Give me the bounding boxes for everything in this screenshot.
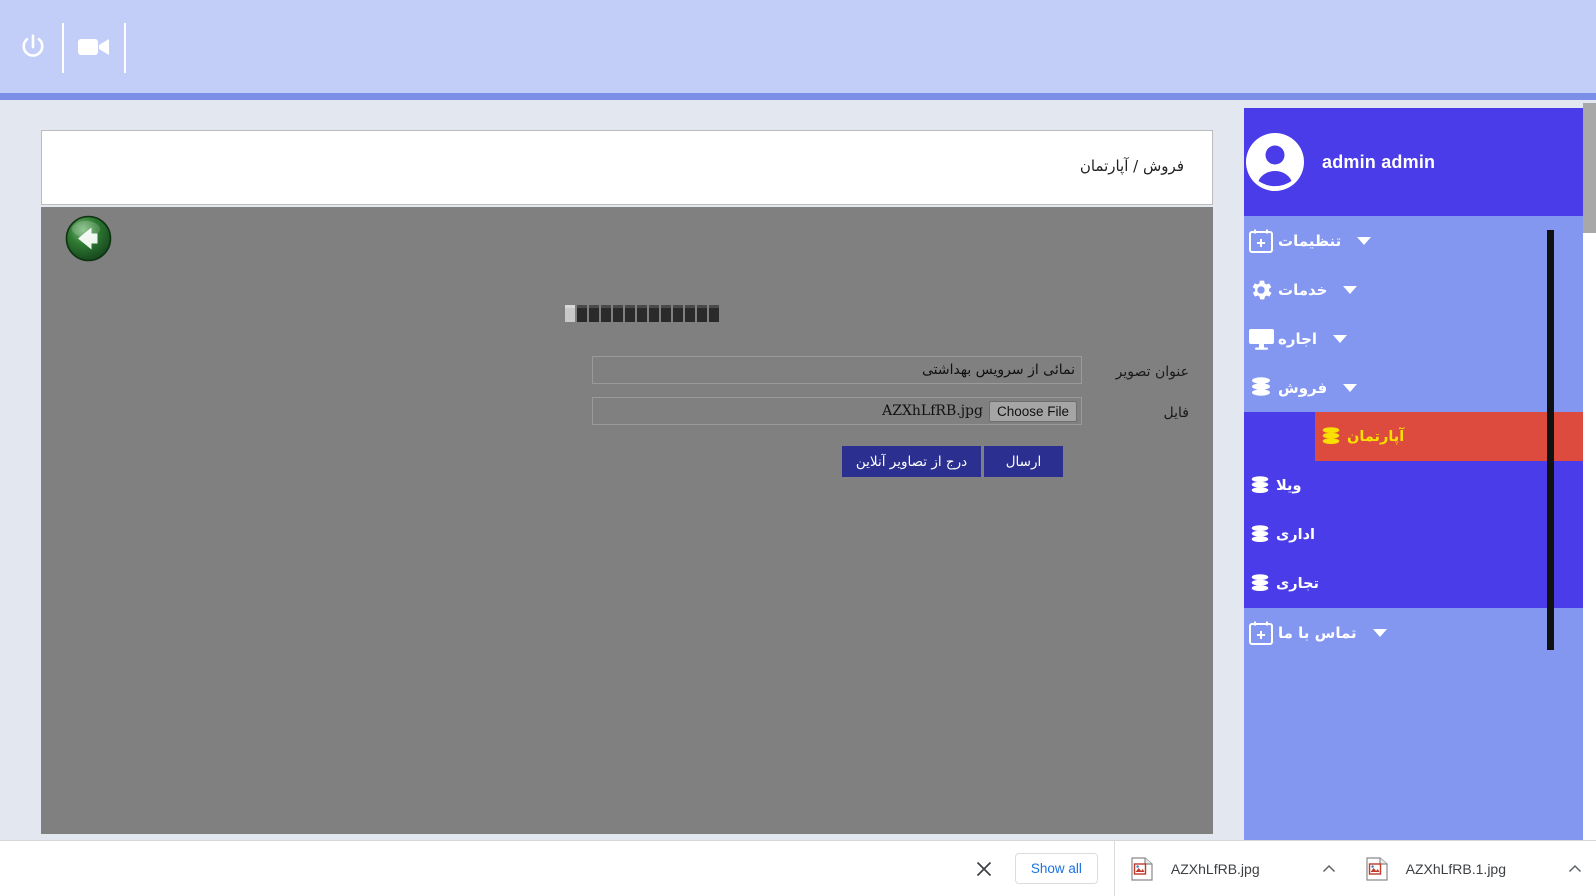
breadcrumb: فروش / آپارتمان bbox=[1080, 157, 1184, 175]
tofu-box bbox=[697, 305, 707, 322]
chevron-down-icon bbox=[1373, 629, 1387, 637]
sidebar-item-label: تماس با ما bbox=[1278, 624, 1357, 642]
tofu-box bbox=[661, 305, 671, 322]
sidebar-subitem-label: تجاری bbox=[1276, 576, 1319, 592]
tofu-box bbox=[577, 305, 587, 322]
sidebar-user-name: admin admin bbox=[1322, 152, 1435, 173]
choose-file-button[interactable]: Choose File bbox=[989, 401, 1077, 422]
chosen-file-name: AZXhLfRB.jpg bbox=[882, 403, 983, 419]
sidebar-subitem-commercial[interactable]: تجاری bbox=[1244, 559, 1591, 608]
content-work-area: عنوان تصویر فایل Choose File AZXhLfRB.jp… bbox=[41, 207, 1213, 834]
tofu-box bbox=[637, 305, 647, 322]
image-file-icon bbox=[1131, 857, 1153, 881]
missing-glyph-row bbox=[565, 305, 719, 322]
chevron-down-icon bbox=[1343, 384, 1357, 392]
chevron-down-icon bbox=[1343, 286, 1357, 294]
chevron-up-icon[interactable] bbox=[1322, 862, 1336, 876]
sidebar-subitem-label: آپارتمان bbox=[1347, 429, 1404, 445]
tofu-box bbox=[589, 305, 599, 322]
submit-button[interactable]: ارسال bbox=[984, 446, 1063, 477]
file-label: فایل bbox=[1164, 405, 1189, 421]
sidebar-item-contact-us[interactable]: تماس با ما bbox=[1244, 608, 1591, 657]
image-title-label: عنوان تصویر bbox=[1116, 364, 1189, 380]
sidebar-subitem-label: اداری bbox=[1276, 527, 1315, 543]
download-file-name: AZXhLfRB.jpg bbox=[1171, 861, 1260, 877]
calendar-plus-icon bbox=[1244, 228, 1278, 254]
app-toolbar bbox=[0, 0, 1596, 93]
downloads-bar-actions: Show all bbox=[973, 853, 1114, 884]
tofu-box-light bbox=[565, 305, 575, 322]
sidebar-item-label: خدمات bbox=[1278, 281, 1327, 299]
database-icon bbox=[1244, 573, 1276, 595]
tofu-box bbox=[673, 305, 683, 322]
image-file-icon bbox=[1366, 857, 1388, 881]
insert-online-images-button[interactable]: درج از تصاویر آنلاین bbox=[842, 446, 981, 477]
sidebar-item-label: اجاره bbox=[1278, 330, 1317, 348]
sidebar-item-label: فروش bbox=[1278, 379, 1327, 397]
download-item[interactable]: AZXhLfRB.1.jpg bbox=[1350, 841, 1596, 896]
database-icon bbox=[1315, 426, 1347, 448]
downloads-bar: AZXhLfRB.1.jpg AZXhLfRB.jpg bbox=[0, 840, 1596, 896]
video-camera-icon[interactable] bbox=[71, 24, 117, 70]
sidebar-scrollbar-track[interactable] bbox=[1583, 230, 1596, 840]
toolbar-underline bbox=[0, 93, 1596, 100]
tofu-box bbox=[649, 305, 659, 322]
chevron-down-icon bbox=[1357, 237, 1371, 245]
image-title-input[interactable] bbox=[592, 356, 1082, 384]
database-icon bbox=[1244, 524, 1276, 546]
chevron-up-icon[interactable] bbox=[1568, 862, 1582, 876]
sidebar-scrollbar-thumb[interactable] bbox=[1547, 230, 1554, 650]
window-scrollbar-thumb[interactable] bbox=[1583, 103, 1596, 233]
power-icon[interactable] bbox=[10, 24, 56, 70]
tofu-box bbox=[709, 305, 719, 322]
database-icon bbox=[1244, 376, 1278, 400]
download-file-name: AZXhLfRB.1.jpg bbox=[1406, 861, 1506, 877]
sidebar-item-services[interactable]: خدمات bbox=[1244, 265, 1591, 314]
download-item[interactable]: AZXhLfRB.jpg bbox=[1114, 841, 1350, 896]
breadcrumb-card: فروش / آپارتمان bbox=[41, 130, 1213, 205]
app-screen: فروش / آپارتمان bbox=[0, 0, 1596, 896]
back-arrow-button[interactable] bbox=[65, 215, 112, 262]
sidebar-subitem-office[interactable]: اداری bbox=[1244, 510, 1591, 559]
gear-icon bbox=[1244, 277, 1278, 303]
tofu-box bbox=[613, 305, 623, 322]
sidebar: admin admin تنظیمات خدمات bbox=[1244, 108, 1591, 840]
chevron-down-icon bbox=[1333, 335, 1347, 343]
tofu-box bbox=[625, 305, 635, 322]
monitor-icon bbox=[1244, 327, 1278, 351]
tofu-box bbox=[685, 305, 695, 322]
sidebar-item-sale[interactable]: فروش bbox=[1244, 363, 1591, 412]
toolbar-divider-1 bbox=[62, 23, 64, 73]
file-input[interactable]: Choose File AZXhLfRB.jpg bbox=[592, 397, 1082, 425]
sidebar-submenu-sale: آپارتمان ویلا bbox=[1244, 412, 1591, 608]
sidebar-subitem-villa[interactable]: ویلا bbox=[1244, 461, 1591, 510]
user-avatar bbox=[1244, 131, 1306, 193]
sidebar-item-settings[interactable]: تنظیمات bbox=[1244, 216, 1591, 265]
sidebar-subitem-label: ویلا bbox=[1276, 478, 1301, 494]
sidebar-item-rent[interactable]: اجاره bbox=[1244, 314, 1591, 363]
sidebar-item-label: تنظیمات bbox=[1278, 232, 1341, 250]
toolbar-divider-2 bbox=[124, 23, 126, 73]
calendar-plus-icon bbox=[1244, 620, 1278, 646]
sidebar-user-header[interactable]: admin admin bbox=[1244, 108, 1591, 216]
close-icon[interactable] bbox=[973, 858, 995, 880]
database-icon bbox=[1244, 475, 1276, 497]
tofu-box bbox=[601, 305, 611, 322]
show-all-downloads-button[interactable]: Show all bbox=[1015, 853, 1098, 884]
